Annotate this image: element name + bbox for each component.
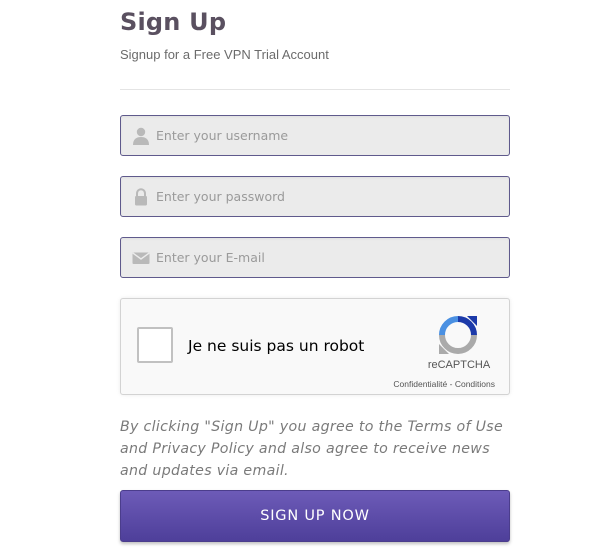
password-field[interactable] [120, 176, 510, 217]
username-input[interactable] [156, 116, 501, 155]
password-input[interactable] [156, 177, 501, 216]
terms-link[interactable]: Conditions [455, 379, 495, 389]
divider [120, 89, 510, 90]
agreement-text: By clicking "Sign Up" you agree to the T… [120, 419, 504, 479]
page-subtitle: Signup for a Free VPN Trial Account [120, 47, 329, 62]
privacy-link[interactable]: Confidentialité [393, 379, 447, 389]
recaptcha-widget: Je ne suis pas un robot reCAPTCHA Confid… [120, 298, 510, 395]
legal-separator: - [447, 379, 455, 389]
recaptcha-logo-icon [437, 314, 479, 356]
username-field[interactable] [120, 115, 510, 156]
recaptcha-checkbox[interactable] [137, 327, 173, 363]
envelope-icon [131, 248, 151, 268]
user-icon [131, 126, 151, 146]
lock-icon [131, 187, 151, 207]
sign-up-button[interactable]: SIGN UP NOW [120, 490, 510, 542]
recaptcha-legal: Confidentialité - Conditions [369, 379, 495, 389]
recaptcha-brand: reCAPTCHA [427, 359, 491, 371]
email-input[interactable] [156, 238, 501, 277]
page-title: Sign Up [120, 8, 227, 36]
email-field[interactable] [120, 237, 510, 278]
signup-page: Sign Up Signup for a Free VPN Trial Acco… [0, 0, 600, 556]
recaptcha-label: Je ne suis pas un robot [188, 337, 365, 355]
